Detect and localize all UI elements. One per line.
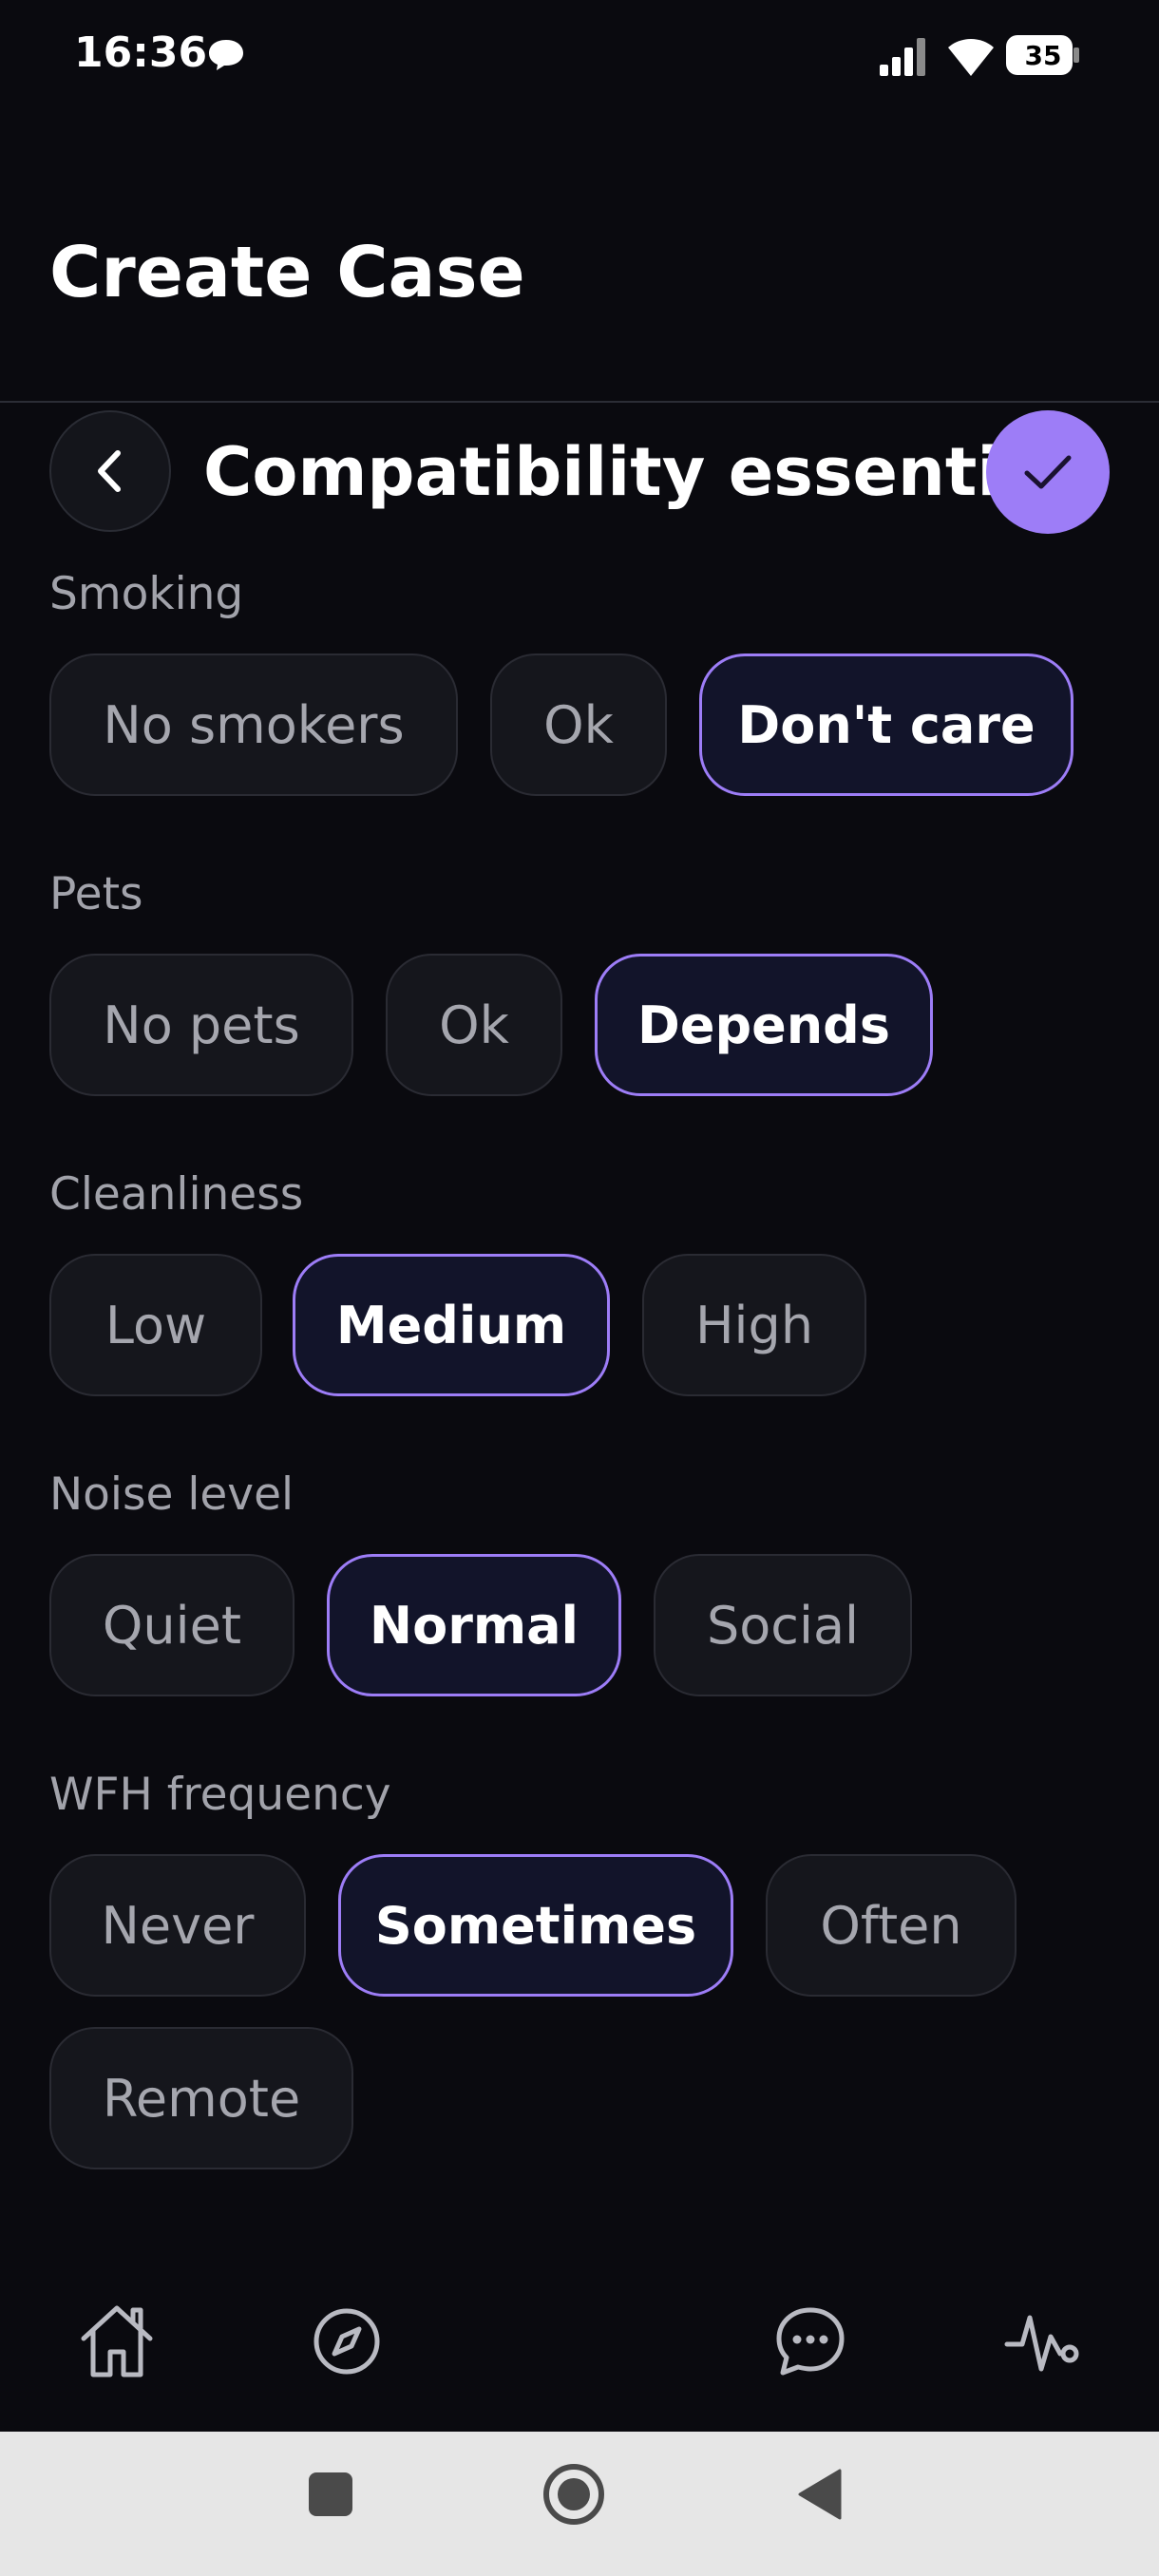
chip-quiet[interactable]: Quiet [49,1554,294,1696]
group-label: Cleanliness [49,1168,304,1221]
chip-row: No pets Ok Depends [49,954,1113,1096]
noise-level-group: Noise level Quiet Normal Social [49,1467,1113,1696]
back-triangle-icon[interactable] [794,2467,844,2522]
status-bar: 16:36 35 [0,0,1159,114]
chip-row: No smokers Ok Don't care [49,653,1113,796]
chat-icon[interactable] [768,2299,853,2384]
chip-normal[interactable]: Normal [327,1554,621,1696]
chip-ok[interactable]: Ok [490,653,667,796]
chevron-left-icon [98,450,121,492]
chip-medium[interactable]: Medium [293,1254,610,1396]
group-label: WFH frequency [49,1769,391,1821]
recents-square-icon[interactable] [306,2470,355,2519]
activity-icon[interactable] [1001,2299,1087,2384]
chip-sometimes[interactable]: Sometimes [338,1854,733,1997]
status-time: 16:36 [74,28,208,77]
smoking-group: Smoking No smokers Ok Don't care [49,566,1113,796]
chip-row: Never Sometimes Often [49,1854,1113,1997]
chip-depends[interactable]: Depends [595,954,933,1096]
chip-often[interactable]: Often [766,1854,1016,1997]
back-button[interactable] [49,410,171,532]
chip-row: Remote [49,2027,1113,2169]
chip-no-smokers[interactable]: No smokers [49,653,458,796]
chip-social[interactable]: Social [654,1554,912,1696]
chat-bubble-icon [209,40,243,70]
chip-dont-care[interactable]: Don't care [699,653,1074,796]
home-icon[interactable] [74,2299,160,2384]
confirm-button[interactable] [986,410,1110,534]
group-label: Pets [49,868,143,920]
page-title: Create Case [49,232,525,313]
signal-icon [880,38,925,76]
group-label: Noise level [49,1468,294,1521]
compass-icon[interactable] [304,2299,390,2384]
wifi-icon [948,39,994,76]
wfh-frequency-group: WFH frequency Never Sometimes Often Remo… [49,1767,1113,2169]
chip-never[interactable]: Never [49,1854,306,1997]
chip-row: Low Medium High [49,1254,1113,1396]
bottom-nav [0,2261,1159,2432]
chip-low[interactable]: Low [49,1254,262,1396]
chip-row: Quiet Normal Social [49,1554,1113,1696]
group-label: Smoking [49,568,244,620]
chip-no-pets[interactable]: No pets [49,954,353,1096]
chip-high[interactable]: High [642,1254,866,1396]
header-divider [0,401,1159,403]
check-icon [1024,455,1072,489]
cleanliness-group: Cleanliness Low Medium High [49,1166,1113,1396]
pets-group: Pets No pets Ok Depends [49,866,1113,1096]
battery-level: 35 [1024,39,1062,71]
section-title: Compatibility essentials [203,433,1108,511]
chip-ok[interactable]: Ok [386,954,562,1096]
system-nav-bar [0,2432,1159,2576]
home-circle-icon[interactable] [542,2462,606,2527]
chip-remote[interactable]: Remote [49,2027,353,2169]
options-scroll-area[interactable]: Smoking No smokers Ok Don't care Pets No… [49,551,1113,2261]
